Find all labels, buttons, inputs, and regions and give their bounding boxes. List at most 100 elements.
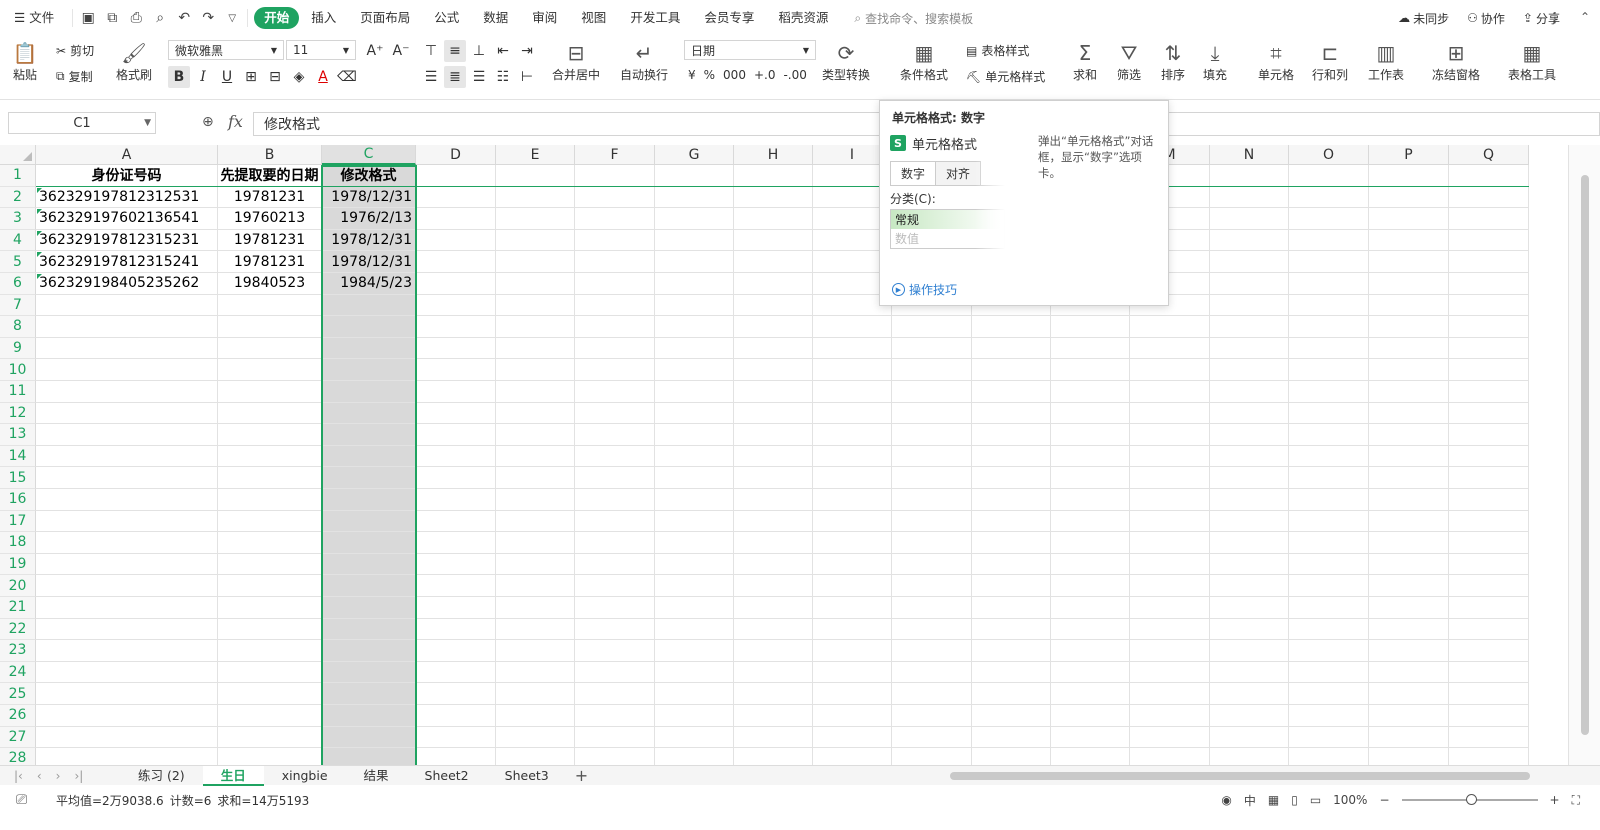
undo-icon[interactable]: ↶ bbox=[175, 9, 193, 27]
cell-E18[interactable] bbox=[496, 532, 575, 554]
cell-P3[interactable] bbox=[1369, 208, 1449, 230]
cell-A16[interactable] bbox=[36, 489, 218, 511]
cell-M20[interactable] bbox=[1130, 575, 1210, 597]
zoom-level[interactable]: 100% bbox=[1333, 793, 1367, 807]
cell-I11[interactable] bbox=[813, 381, 892, 403]
cell-P8[interactable] bbox=[1369, 316, 1449, 338]
cell-O7[interactable] bbox=[1289, 294, 1369, 317]
cell-P13[interactable] bbox=[1369, 424, 1449, 446]
cell-G25[interactable] bbox=[655, 683, 734, 705]
cell-D20[interactable] bbox=[416, 575, 496, 597]
zoom-formula-icon[interactable]: ⊕ bbox=[202, 114, 214, 130]
cell-J12[interactable] bbox=[892, 402, 972, 425]
align-bottom-icon[interactable]: ⊥ bbox=[468, 40, 490, 62]
cell-O21[interactable] bbox=[1289, 597, 1369, 619]
cell-H9[interactable] bbox=[734, 337, 813, 360]
cell-L11[interactable] bbox=[1051, 381, 1130, 403]
cell-O26[interactable] bbox=[1289, 705, 1369, 727]
cell-C1[interactable]: 修改格式 bbox=[322, 165, 416, 187]
cell-J15[interactable] bbox=[892, 467, 972, 489]
function-icon[interactable]: fx bbox=[228, 112, 243, 131]
first-sheet-icon[interactable]: |‹ bbox=[14, 769, 23, 783]
tab-8[interactable]: 会员专享 bbox=[692, 7, 766, 29]
cell-K25[interactable] bbox=[972, 683, 1051, 705]
cell-I27[interactable] bbox=[813, 726, 892, 749]
cell-D23[interactable] bbox=[416, 640, 496, 662]
cell-N12[interactable] bbox=[1210, 402, 1289, 425]
sheet-tab-3[interactable]: 结果 bbox=[346, 766, 407, 786]
row-header-10[interactable]: 10 bbox=[0, 359, 36, 381]
cell-F1[interactable] bbox=[575, 165, 655, 187]
cell-A26[interactable] bbox=[36, 705, 218, 727]
column-header-N[interactable]: N bbox=[1210, 145, 1289, 165]
cell-Q16[interactable] bbox=[1449, 489, 1529, 511]
reading-view-icon[interactable]: ▭ bbox=[1310, 793, 1321, 807]
cell-G10[interactable] bbox=[655, 359, 734, 381]
cell-G22[interactable] bbox=[655, 618, 734, 641]
cell-A13[interactable] bbox=[36, 424, 218, 446]
cell-P24[interactable] bbox=[1369, 661, 1449, 684]
cell-G19[interactable] bbox=[655, 553, 734, 576]
row-header-2[interactable]: 2 bbox=[0, 186, 36, 209]
format-painter-button[interactable]: 🖌 格式刷 bbox=[116, 40, 152, 83]
cell-G2[interactable] bbox=[655, 186, 734, 209]
cell-O19[interactable] bbox=[1289, 553, 1369, 576]
cell-B16[interactable] bbox=[218, 489, 322, 511]
cell-D1[interactable] bbox=[416, 165, 496, 187]
cell-O16[interactable] bbox=[1289, 489, 1369, 511]
input-method-icon[interactable]: 中 bbox=[1244, 792, 1256, 809]
cell-F5[interactable] bbox=[575, 251, 655, 273]
cell-D4[interactable] bbox=[416, 229, 496, 252]
cell-I23[interactable] bbox=[813, 640, 892, 662]
cell-H18[interactable] bbox=[734, 532, 813, 554]
align-right-icon[interactable]: ☰ bbox=[468, 66, 490, 88]
cell-E6[interactable] bbox=[496, 273, 575, 295]
cell-E12[interactable] bbox=[496, 402, 575, 425]
zoom-slider[interactable] bbox=[1401, 794, 1538, 805]
cell-C6[interactable]: 1984/5/23 bbox=[322, 273, 416, 295]
cell-B26[interactable] bbox=[218, 705, 322, 727]
tab-2[interactable]: 页面布局 bbox=[348, 7, 422, 29]
cell-M18[interactable] bbox=[1130, 532, 1210, 554]
sheet-tab-5[interactable]: Sheet3 bbox=[487, 766, 567, 786]
cell-C22[interactable] bbox=[322, 618, 416, 641]
cell-C12[interactable] bbox=[322, 402, 416, 425]
column-header-A[interactable]: A bbox=[36, 145, 218, 165]
row-header-27[interactable]: 27 bbox=[0, 726, 36, 749]
row-header-25[interactable]: 25 bbox=[0, 683, 36, 705]
column-header-P[interactable]: P bbox=[1369, 145, 1449, 165]
cell-P18[interactable] bbox=[1369, 532, 1449, 554]
cell-H26[interactable] bbox=[734, 705, 813, 727]
cell-P20[interactable] bbox=[1369, 575, 1449, 597]
command-search[interactable]: ⌕ 查找命令、搜索模板 bbox=[854, 10, 973, 27]
cell-F15[interactable] bbox=[575, 467, 655, 489]
cell-M9[interactable] bbox=[1130, 337, 1210, 360]
cell-H15[interactable] bbox=[734, 467, 813, 489]
cell-A24[interactable] bbox=[36, 661, 218, 684]
cell-G15[interactable] bbox=[655, 467, 734, 489]
cell-P25[interactable] bbox=[1369, 683, 1449, 705]
cell-K17[interactable] bbox=[972, 510, 1051, 533]
decrease-decimal-icon[interactable]: -.00 bbox=[783, 68, 806, 82]
row-header-23[interactable]: 23 bbox=[0, 640, 36, 662]
cell-D3[interactable] bbox=[416, 208, 496, 230]
cell-M25[interactable] bbox=[1130, 683, 1210, 705]
cell-J10[interactable] bbox=[892, 359, 972, 381]
merge-center-button[interactable]: ⊟ 合并居中 bbox=[552, 40, 600, 83]
print-preview-icon[interactable]: ⌕ bbox=[151, 9, 169, 27]
cell-J11[interactable] bbox=[892, 381, 972, 403]
file-menu[interactable]: ☰ 文件 bbox=[0, 7, 66, 29]
row-header-12[interactable]: 12 bbox=[0, 402, 36, 425]
row-header-20[interactable]: 20 bbox=[0, 575, 36, 597]
cell-M8[interactable] bbox=[1130, 316, 1210, 338]
cell-D27[interactable] bbox=[416, 726, 496, 749]
cell-E3[interactable] bbox=[496, 208, 575, 230]
cell-I13[interactable] bbox=[813, 424, 892, 446]
cell-M10[interactable] bbox=[1130, 359, 1210, 381]
tab-4[interactable]: 数据 bbox=[471, 7, 520, 29]
cell-K22[interactable] bbox=[972, 618, 1051, 641]
cell-A14[interactable] bbox=[36, 445, 218, 468]
cell-P19[interactable] bbox=[1369, 553, 1449, 576]
column-header-H[interactable]: H bbox=[734, 145, 813, 165]
cell-N22[interactable] bbox=[1210, 618, 1289, 641]
